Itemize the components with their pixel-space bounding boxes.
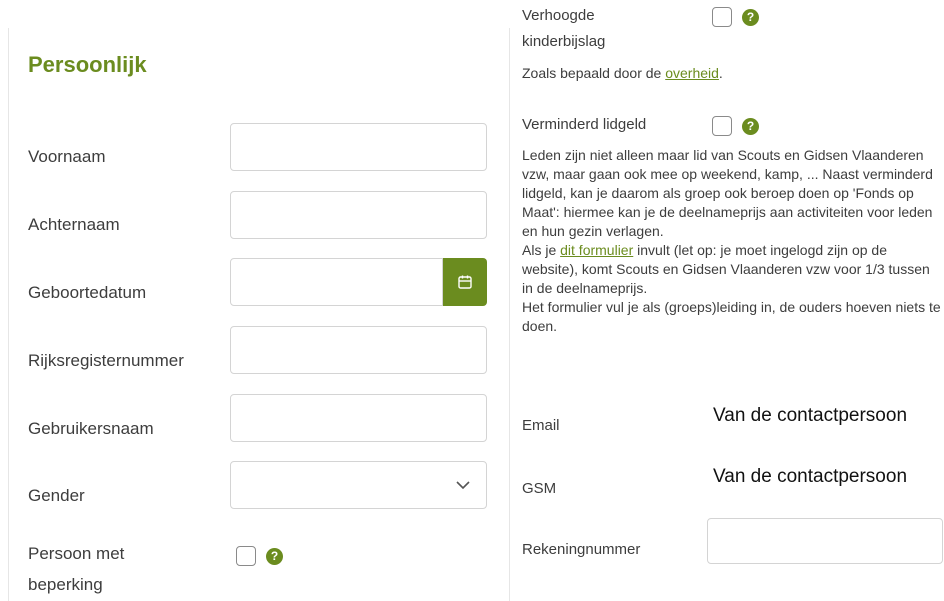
chevron-down-icon — [456, 481, 470, 490]
section-title: Persoonlijk — [28, 52, 147, 77]
column-divider — [509, 28, 510, 601]
first-name-input[interactable] — [230, 123, 487, 171]
username-label: Gebruikersnaam — [28, 419, 154, 438]
username-input[interactable] — [230, 394, 487, 442]
reduced-fee-checkbox[interactable] — [712, 116, 732, 136]
birth-date-label: Geboortedatum — [28, 283, 147, 302]
left-border — [8, 28, 9, 601]
last-name-label: Achternaam — [28, 215, 120, 234]
reduced-fee-paragraph-2: Als je dit formulier invult (let op: je … — [522, 242, 930, 296]
child-benefit-note: Zoals bepaald door de overheid. — [522, 65, 723, 81]
help-icon[interactable]: ? — [266, 548, 283, 565]
gsm-label: GSM — [522, 480, 557, 497]
disability-label-line2: beperking — [28, 575, 103, 594]
calendar-button[interactable] — [443, 258, 487, 306]
national-register-input[interactable] — [230, 326, 487, 374]
gender-label: Gender — [28, 486, 85, 505]
gsm-value: Van de contactpersoon — [713, 466, 908, 487]
birth-date-field — [230, 258, 487, 306]
national-register-label: Rijksregisternummer — [28, 351, 184, 370]
help-icon[interactable]: ? — [742, 118, 759, 135]
gender-select[interactable] — [230, 461, 487, 509]
disability-label-line1: Persoon met — [28, 544, 125, 563]
disability-checkbox[interactable] — [236, 546, 256, 566]
government-link[interactable]: overheid — [665, 65, 719, 81]
form-link[interactable]: dit formulier — [560, 242, 633, 258]
child-benefit-label-line2: kinderbijslag — [522, 33, 606, 50]
reduced-fee-description: Leden zijn niet alleen maar lid van Scou… — [522, 146, 942, 336]
account-number-label: Rekeningnummer — [522, 541, 641, 558]
child-benefit-checkbox[interactable] — [712, 7, 732, 27]
birth-date-input[interactable] — [230, 258, 443, 306]
last-name-input[interactable] — [230, 191, 487, 239]
email-label: Email — [522, 417, 560, 434]
reduced-fee-paragraph-1: Leden zijn niet alleen maar lid van Scou… — [522, 147, 933, 239]
child-benefit-label-line1: Verhoogde — [522, 7, 595, 24]
email-value: Van de contactpersoon — [713, 405, 908, 426]
account-number-input[interactable] — [707, 518, 943, 564]
calendar-icon — [458, 275, 472, 289]
help-icon[interactable]: ? — [742, 9, 759, 26]
first-name-label: Voornaam — [28, 147, 106, 166]
reduced-fee-paragraph-3: Het formulier vul je als (groeps)leiding… — [522, 299, 941, 334]
reduced-fee-label: Verminderd lidgeld — [522, 116, 647, 133]
